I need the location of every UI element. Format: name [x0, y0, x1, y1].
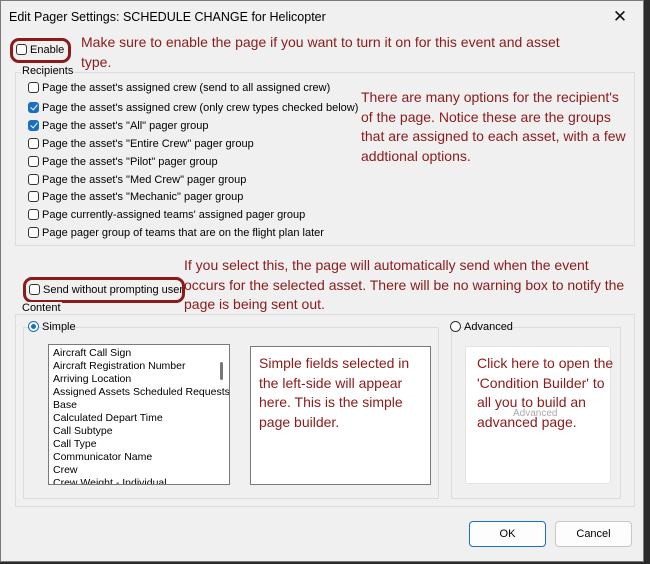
recipient-option-pilot-group[interactable]: Page the asset's "Pilot" pager group	[28, 155, 218, 170]
enable-annotation: Make sure to enable the page if you want…	[81, 34, 560, 70]
list-item[interactable]: Arriving Location	[53, 373, 131, 386]
recipient-option-label: Page the asset's "Med Crew" pager group	[42, 174, 247, 186]
recipient-option-entire-crew-group[interactable]: Page the asset's "Entire Crew" pager gro…	[28, 137, 254, 152]
simple-radio-button[interactable]	[28, 321, 39, 332]
field-list[interactable]: Aircraft Call Sign Aircraft Registration…	[48, 344, 230, 485]
recipient-option-assigned-crew-all[interactable]: Page the asset's assigned crew (send to …	[28, 81, 330, 96]
list-item[interactable]: Aircraft Call Sign	[53, 347, 131, 360]
recipient-option-all-group[interactable]: Page the asset's "All" pager group	[28, 119, 208, 134]
recipient-option-med-crew-group[interactable]: Page the asset's "Med Crew" pager group	[28, 173, 246, 188]
checkbox-box[interactable]	[28, 174, 39, 185]
list-item[interactable]: Call Subtype	[53, 425, 113, 438]
recipient-option-label: Page the asset's "All" pager group	[42, 120, 209, 132]
list-item[interactable]: Calculated Depart Time	[53, 412, 163, 425]
dialog-title: Edit Pager Settings: SCHEDULE CHANGE for…	[9, 10, 326, 24]
advanced-radio-label: Advanced	[464, 321, 513, 333]
enable-highlight-oval	[10, 38, 71, 63]
list-scrollbar[interactable]	[220, 362, 223, 380]
recipient-option-assigned-crew-types[interactable]: Page the asset's assigned crew (only cre…	[28, 101, 358, 116]
recipient-option-flight-plan-teams[interactable]: Page pager group of teams that are on th…	[28, 226, 324, 241]
checkbox-box-checked[interactable]	[28, 120, 39, 131]
checkbox-box[interactable]	[28, 82, 39, 93]
list-item[interactable]: Assigned Assets Scheduled Requests	[53, 386, 229, 399]
close-icon[interactable]: ✕	[603, 5, 637, 29]
content-group-label: Content	[21, 302, 62, 314]
recipient-option-teams-pager-group[interactable]: Page currently-assigned teams' assigned …	[28, 208, 305, 223]
ok-button[interactable]: OK	[469, 521, 546, 547]
recipient-option-label: Page the asset's assigned crew (send to …	[42, 82, 331, 94]
recipient-option-mechanic-group[interactable]: Page the asset's "Mechanic" pager group	[28, 190, 243, 205]
checkbox-box[interactable]	[28, 191, 39, 202]
simple-radio[interactable]: Simple	[28, 320, 76, 335]
list-item[interactable]: Base	[53, 399, 77, 412]
checkbox-box[interactable]	[28, 227, 39, 238]
advanced-annotation: Click here to open the 'Condition Builde…	[477, 355, 614, 430]
cancel-button[interactable]: Cancel	[555, 521, 632, 547]
list-item[interactable]: Aircraft Registration Number	[53, 360, 185, 373]
advanced-radio-button[interactable]	[450, 321, 461, 332]
list-item[interactable]: Crew Weight - Individual	[53, 477, 167, 484]
send-highlight-oval	[23, 277, 185, 303]
pager-settings-dialog: Edit Pager Settings: SCHEDULE CHANGE for…	[0, 0, 644, 562]
recipients-group-label: Recipients	[21, 65, 75, 77]
list-item[interactable]: Communicator Name	[53, 451, 152, 464]
recipient-option-label: Page the asset's "Mechanic" pager group	[42, 191, 244, 203]
recipient-option-label: Page the asset's assigned crew (only cre…	[42, 102, 359, 114]
checkbox-box[interactable]	[28, 156, 39, 167]
simple-annotation: Simple fields selected in the left-side …	[259, 355, 410, 430]
title-bar: Edit Pager Settings: SCHEDULE CHANGE for…	[1, 1, 643, 33]
recipients-annotation: There are many options for the recipient…	[361, 89, 626, 164]
recipient-option-label: Page the asset's "Entire Crew" pager gro…	[42, 138, 254, 150]
recipient-option-label: Page pager group of teams that are on th…	[42, 227, 324, 239]
checkbox-box[interactable]	[28, 209, 39, 220]
checkbox-box-checked[interactable]	[28, 102, 39, 113]
recipient-option-label: Page currently-assigned teams' assigned …	[42, 209, 306, 221]
checkbox-box[interactable]	[28, 138, 39, 149]
simple-radio-label: Simple	[42, 321, 76, 333]
advanced-radio[interactable]: Advanced	[450, 320, 513, 335]
list-item[interactable]: Crew	[53, 464, 78, 477]
send-annotation: If you select this, the page will automa…	[184, 257, 625, 312]
list-item[interactable]: Call Type	[53, 438, 97, 451]
recipient-option-label: Page the asset's "Pilot" pager group	[42, 156, 218, 168]
